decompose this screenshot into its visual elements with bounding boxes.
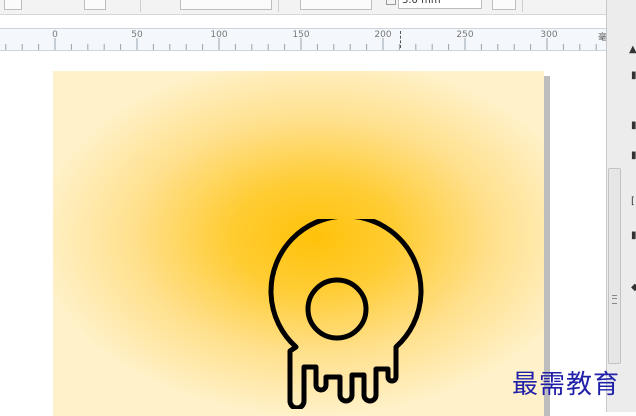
ruler-label-100: 100 <box>210 30 228 40</box>
ruler-ticks <box>5 38 597 50</box>
watermark: 最需教育 <box>512 370 621 400</box>
toolbar-field-3[interactable] <box>180 0 272 10</box>
toolbar-field-4[interactable] <box>300 0 372 10</box>
toolbar-separator <box>140 0 141 12</box>
ruler-label-0: 0 <box>52 30 58 40</box>
property-bar: 3.0 mm <box>0 0 606 15</box>
ruler-label-50: 50 <box>131 30 143 40</box>
panel-tab-icon[interactable]: ◆ <box>631 282 636 293</box>
dripping-ring-icon[interactable] <box>248 219 428 409</box>
panel-tab-icon[interactable]: ▮ <box>631 70 636 81</box>
panel-tab-icon[interactable]: ▮ <box>631 150 636 161</box>
toolbar-field-2[interactable] <box>84 0 106 10</box>
panel-tab-icon[interactable]: ▮ <box>631 120 636 131</box>
ruler-outline-icon <box>386 0 396 5</box>
ruler-label-200: 200 <box>374 30 392 40</box>
ruler-label-150: 150 <box>292 30 310 40</box>
cursor-position-marker <box>400 31 401 48</box>
toolbar-field-1[interactable] <box>4 0 22 10</box>
document-page[interactable] <box>53 71 544 416</box>
toolbar-separator <box>522 0 523 12</box>
vertical-scrollbar[interactable] <box>608 168 621 364</box>
toolbar-separator <box>278 0 279 12</box>
panel-tab-icon[interactable]: ▮ <box>631 230 636 241</box>
ruler-label-250: 250 <box>456 30 474 40</box>
horizontal-ruler[interactable]: 0 50 100 150 200 250 300 毫米 <box>0 28 622 51</box>
panel-arrow-icon[interactable]: ▲ <box>629 44 636 55</box>
scrollbar-grip-icon[interactable] <box>612 295 617 304</box>
toolbar-field-5[interactable] <box>492 0 516 10</box>
ruler-label-300: 300 <box>540 30 558 40</box>
outline-width-input[interactable]: 3.0 mm <box>398 0 482 9</box>
panel-tab-icon[interactable]: [ <box>631 196 635 207</box>
